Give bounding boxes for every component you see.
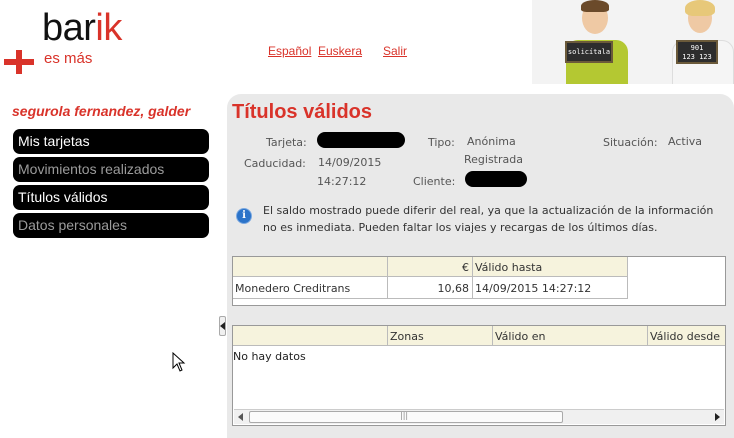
tipo-label: Tipo: xyxy=(428,136,455,149)
tarjeta-label: Tarjeta: xyxy=(266,136,307,149)
sidebar-menu: Mis tarjetas Movimientos realizados Títu… xyxy=(13,129,209,241)
mouse-cursor-icon xyxy=(172,352,186,372)
espanol-link[interactable]: Español xyxy=(268,44,311,58)
hero-banner-image: solicítala 901 123 123 xyxy=(532,0,734,84)
tarjeta-value-redacted xyxy=(317,132,405,148)
caducidad-label: Caducidad: xyxy=(244,157,306,170)
sidebar-item-titulos-validos[interactable]: Títulos válidos xyxy=(13,185,209,210)
titles-table: Zonas Válido en Válido desde No hay dato… xyxy=(232,325,726,426)
situacion-label: Situación: xyxy=(603,136,658,149)
column-header-euro: € xyxy=(462,261,469,274)
scrollbar-thumb[interactable] xyxy=(249,411,563,423)
caducidad-time: 14:27:12 xyxy=(317,175,367,188)
row-amount: 10,68 xyxy=(437,282,470,295)
sidebar-item-datos-personales[interactable]: Datos personales xyxy=(13,213,209,238)
column-header-zonas[interactable]: Zonas xyxy=(390,330,424,343)
euskera-link[interactable]: Euskera xyxy=(318,44,362,58)
column-header-valido-en[interactable]: Válido en xyxy=(495,330,545,343)
caducidad-date: 14/09/2015 xyxy=(318,156,382,169)
logo-wordmark: barik xyxy=(42,7,122,49)
info-icon: i xyxy=(236,208,252,224)
situacion-value: Activa xyxy=(668,135,702,148)
row-valid-until: 14/09/2015 14:27:12 xyxy=(475,282,592,295)
tipo-value-2: Registrada xyxy=(464,153,523,166)
sidebar-item-movimientos[interactable]: Movimientos realizados xyxy=(13,157,209,182)
scroll-right-arrow-icon[interactable] xyxy=(710,410,724,424)
info-message: El saldo mostrado puede diferir del real… xyxy=(263,204,714,234)
hero-person-woman: 901 123 123 xyxy=(672,0,734,84)
hero-board-2: 901 123 123 xyxy=(676,40,718,64)
hero-person-man: solicítala xyxy=(562,0,632,84)
sidebar-item-mis-tarjetas[interactable]: Mis tarjetas xyxy=(13,129,209,154)
user-name: segurola fernandez, galder xyxy=(12,103,191,119)
tipo-value-1: Anónima xyxy=(467,135,516,148)
logo-tagline: es más xyxy=(44,50,93,67)
balance-table: € Válido hasta Monedero Creditrans 10,68… xyxy=(232,256,726,306)
cliente-value-redacted xyxy=(465,171,527,187)
page-title: Títulos válidos xyxy=(232,101,373,123)
row-name: Monedero Creditrans xyxy=(235,282,351,295)
cliente-label: Cliente: xyxy=(413,175,456,188)
horizontal-scrollbar[interactable] xyxy=(234,409,724,424)
empty-table-message: No hay datos xyxy=(233,350,306,363)
column-header-valido-desde[interactable]: Válido desde xyxy=(650,330,724,343)
plus-cross-icon xyxy=(4,50,34,74)
collapse-sidebar-handle[interactable] xyxy=(219,316,226,336)
column-header-valido-hasta: Válido hasta xyxy=(475,261,543,274)
salir-link[interactable]: Salir xyxy=(383,44,407,58)
scroll-left-arrow-icon[interactable] xyxy=(234,410,248,424)
barik-logo[interactable]: barik es más xyxy=(0,6,150,74)
hero-board-1: solicítala xyxy=(565,41,613,63)
